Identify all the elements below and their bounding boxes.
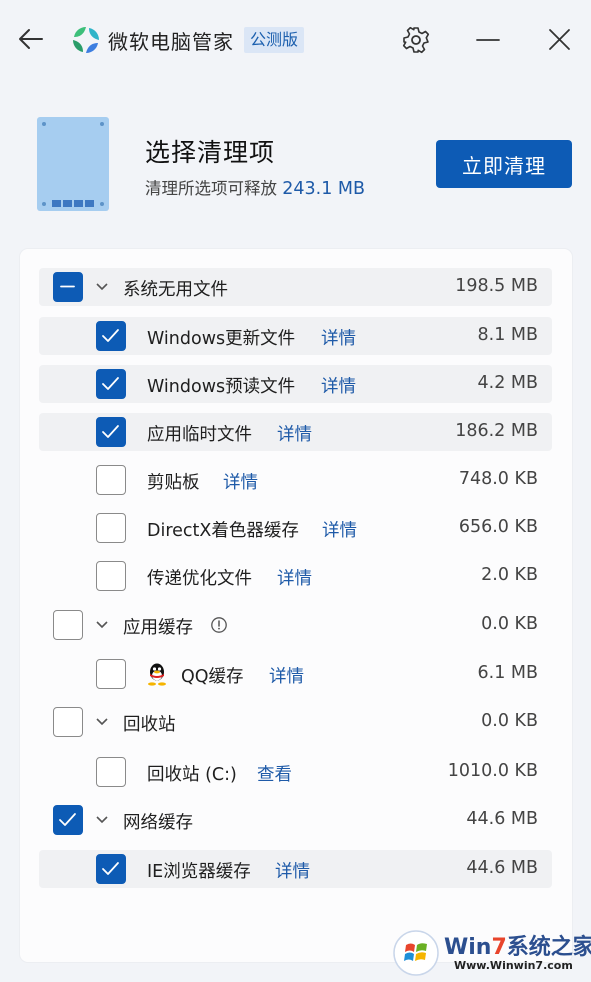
- close-icon: [549, 29, 570, 50]
- row-size: 186.2 MB: [455, 421, 538, 441]
- release-summary: 清理所选项可释放 243.1 MB: [145, 175, 365, 199]
- details-link[interactable]: 详情: [321, 325, 356, 350]
- row-size: 0.0 KB: [481, 614, 538, 634]
- checkbox[interactable]: [96, 854, 126, 884]
- row-label: 应用缓存: [123, 618, 193, 638]
- list-item-qq-cache[interactable]: QQ缓存 详情 6.1 MB: [39, 655, 552, 693]
- release-size: 243.1 MB: [282, 179, 366, 199]
- group-row-network-cache[interactable]: 网络缓存 44.6 MB: [39, 801, 552, 839]
- list-item-app-temp[interactable]: 应用临时文件 详情 186.2 MB: [39, 413, 552, 451]
- group-row-app-cache[interactable]: 应用缓存 0.0 KB: [39, 606, 552, 644]
- row-size: 748.0 KB: [458, 469, 538, 489]
- watermark-url: Www.Winwin7.com: [454, 959, 573, 972]
- settings-button[interactable]: [400, 24, 432, 56]
- details-link[interactable]: 详情: [275, 858, 310, 883]
- row-label: 传递优化文件: [147, 569, 252, 589]
- checkmark-icon: [102, 862, 119, 875]
- row-size: 4.2 MB: [477, 373, 539, 393]
- checkbox[interactable]: [96, 659, 126, 689]
- watermark-win: Win: [444, 935, 492, 960]
- row-label: 应用临时文件: [147, 425, 252, 445]
- close-button[interactable]: [543, 24, 575, 56]
- release-summary-label: 清理所选项可释放: [145, 179, 277, 198]
- checkmark-icon: [59, 813, 76, 826]
- row-size: 2.0 KB: [481, 565, 538, 585]
- checkmark-icon: [102, 329, 119, 342]
- row-label: 剪贴板: [147, 473, 200, 493]
- details-link[interactable]: 详情: [223, 469, 258, 494]
- minimize-icon: [476, 39, 500, 41]
- watermark-brand: Win7系统之家: [444, 929, 591, 961]
- row-size: 44.6 MB: [466, 809, 538, 829]
- row-size: 1010.0 KB: [447, 761, 538, 781]
- list-item-clipboard[interactable]: 剪贴板 详情 748.0 KB: [39, 461, 552, 499]
- watermark-seven: 7: [491, 935, 507, 960]
- checkbox[interactable]: [96, 561, 126, 591]
- list-item-windows-update[interactable]: Windows更新文件 详情 8.1 MB: [39, 317, 552, 355]
- title-bar: 微软电脑管家 公测版: [0, 0, 591, 80]
- list-item-recycle-bin-c[interactable]: 回收站 (C:) 查看 1010.0 KB: [39, 753, 552, 791]
- row-label: 网络缓存: [123, 813, 193, 833]
- row-size: 0.0 KB: [481, 711, 538, 731]
- checkmark-icon: [102, 425, 119, 438]
- row-label: IE浏览器缓存: [147, 862, 251, 882]
- row-label: Windows更新文件: [147, 329, 296, 349]
- checkbox[interactable]: [96, 513, 126, 543]
- checkbox[interactable]: [96, 369, 126, 399]
- watermark: Win7系统之家 Www.Winwin7.com: [392, 927, 591, 979]
- chevron-down-icon[interactable]: [95, 618, 109, 632]
- chevron-down-icon[interactable]: [95, 280, 109, 294]
- list-item-windows-prefetch[interactable]: Windows预读文件 详情 4.2 MB: [39, 365, 552, 403]
- back-arrow-icon: [19, 29, 43, 49]
- checkbox[interactable]: [96, 757, 126, 787]
- row-label: 回收站: [123, 715, 176, 735]
- group-row-system-junk[interactable]: 系统无用文件 198.5 MB: [39, 268, 552, 306]
- list-item-directx-cache[interactable]: DirectX着色器缓存 详情 656.0 KB: [39, 509, 552, 547]
- list-item-delivery-optimization[interactable]: 传递优化文件 详情 2.0 KB: [39, 557, 552, 595]
- row-label: 回收站 (C:): [147, 765, 237, 785]
- details-link[interactable]: 详情: [277, 421, 312, 446]
- clean-now-button[interactable]: 立即清理: [436, 140, 572, 188]
- qq-penguin-icon: [148, 663, 166, 686]
- list-item-ie-cache[interactable]: IE浏览器缓存 详情 44.6 MB: [39, 850, 552, 888]
- view-link[interactable]: 查看: [257, 761, 292, 786]
- details-link[interactable]: 详情: [321, 373, 356, 398]
- info-icon[interactable]: [210, 616, 228, 634]
- pc-manager-logo-icon: [71, 25, 101, 55]
- chevron-down-icon[interactable]: [95, 813, 109, 827]
- checkbox[interactable]: [53, 272, 83, 302]
- row-size: 44.6 MB: [466, 858, 538, 878]
- row-size: 656.0 KB: [458, 517, 538, 537]
- group-row-recycle-bin[interactable]: 回收站 0.0 KB: [39, 703, 552, 741]
- row-size: 8.1 MB: [477, 325, 539, 345]
- details-link[interactable]: 详情: [277, 565, 312, 590]
- checkbox[interactable]: [96, 417, 126, 447]
- row-label: 系统无用文件: [123, 280, 228, 300]
- row-label: Windows预读文件: [147, 377, 296, 397]
- checkbox[interactable]: [96, 465, 126, 495]
- drive-icon: [36, 116, 110, 212]
- watermark-site: 系统之家: [506, 935, 591, 960]
- row-size: 198.5 MB: [455, 276, 538, 296]
- app-title: 微软电脑管家: [108, 30, 234, 54]
- chevron-down-icon[interactable]: [95, 715, 109, 729]
- windows-orb-icon: [393, 930, 439, 976]
- beta-badge: 公测版: [244, 27, 305, 53]
- checkbox[interactable]: [53, 707, 83, 737]
- checkmark-icon: [102, 377, 119, 390]
- page-title: 选择清理项: [145, 138, 276, 167]
- row-label: DirectX着色器缓存: [147, 521, 299, 541]
- indeterminate-icon: [60, 285, 75, 288]
- details-link[interactable]: 详情: [322, 517, 357, 542]
- row-size: 6.1 MB: [477, 663, 539, 683]
- checkbox[interactable]: [53, 805, 83, 835]
- details-link[interactable]: 详情: [269, 663, 304, 688]
- row-label: QQ缓存: [181, 667, 244, 687]
- gear-icon: [402, 26, 430, 54]
- minimize-button[interactable]: [472, 24, 504, 56]
- checkbox[interactable]: [53, 610, 83, 640]
- back-button[interactable]: [14, 22, 48, 56]
- checkbox[interactable]: [96, 321, 126, 351]
